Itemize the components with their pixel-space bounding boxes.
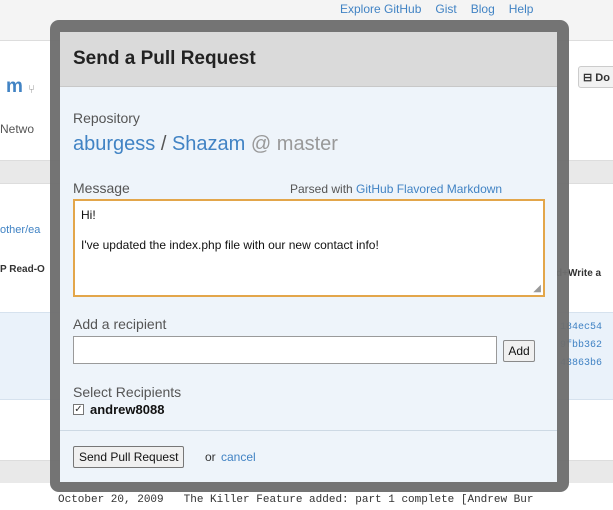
dialog-header: Send a Pull Request [60,32,557,87]
resize-handle-icon[interactable]: ◢ [533,284,541,294]
cancel-link[interactable]: cancel [221,450,256,464]
dialog-footer: Send Pull Request or cancel [60,430,557,482]
history-date: October 20, 2009 [58,494,164,506]
repository-line: aburgess / Shazam @ master [73,133,338,156]
recipient-name: andrew8088 [90,402,165,417]
history-row: October 20, 2009 The Killer Feature added… [58,494,553,506]
send-pull-request-button[interactable]: Send Pull Request [73,446,185,468]
select-recipients-label: Select Recipients [73,384,182,400]
repo-separator: / [160,133,167,155]
read-only-label: P Read-O [0,264,45,275]
repo-branch: master [276,133,338,155]
download-icon: ⊟ [583,72,596,84]
check-icon: ✓ [74,404,83,415]
repo-owner-link[interactable]: aburgess [73,133,155,155]
or-text: or [205,450,216,464]
top-link-help[interactable]: Help [509,2,534,16]
recipient-checkbox[interactable]: ✓ [73,404,84,415]
dialog-title: Send a Pull Request [73,48,256,69]
repository-label: Repository [73,110,140,126]
message-line: Hi! [81,208,96,222]
add-recipient-label: Add a recipient [73,316,167,332]
fork-icon: ⑂ [28,82,36,96]
download-label: Do [595,72,610,84]
markdown-link[interactable]: GitHub Flavored Markdown [356,182,502,196]
add-recipient-button[interactable]: Add [503,340,535,362]
network-tab[interactable]: Netwo [0,122,34,136]
top-link-blog[interactable]: Blog [471,2,495,16]
markdown-hint: Parsed with GitHub Flavored Markdown [290,182,502,196]
pull-request-dialog: Send a Pull Request Repository aburgess … [60,32,557,482]
repo-name-link[interactable]: Shazam [172,133,245,155]
parsed-with-text: Parsed with [290,182,353,196]
history-message[interactable]: The Killer Feature added: part 1 complet… [184,494,534,506]
other-link[interactable]: other/ea [0,224,40,236]
message-label: Message [73,180,130,196]
top-link-gist[interactable]: Gist [435,2,456,16]
top-link-explore[interactable]: Explore GitHub [340,2,421,16]
message-line: I've updated the index.php file with our… [81,238,379,252]
top-nav-links: Explore GitHub Gist Blog Help [340,2,547,16]
recipient-input[interactable] [73,336,497,364]
repo-at-sign: @ [250,133,272,155]
repo-title[interactable]: m [6,76,23,98]
message-textarea[interactable]: Hi! I've updated the index.php file with… [73,199,545,297]
download-button[interactable]: ⊟ Do [578,66,613,88]
